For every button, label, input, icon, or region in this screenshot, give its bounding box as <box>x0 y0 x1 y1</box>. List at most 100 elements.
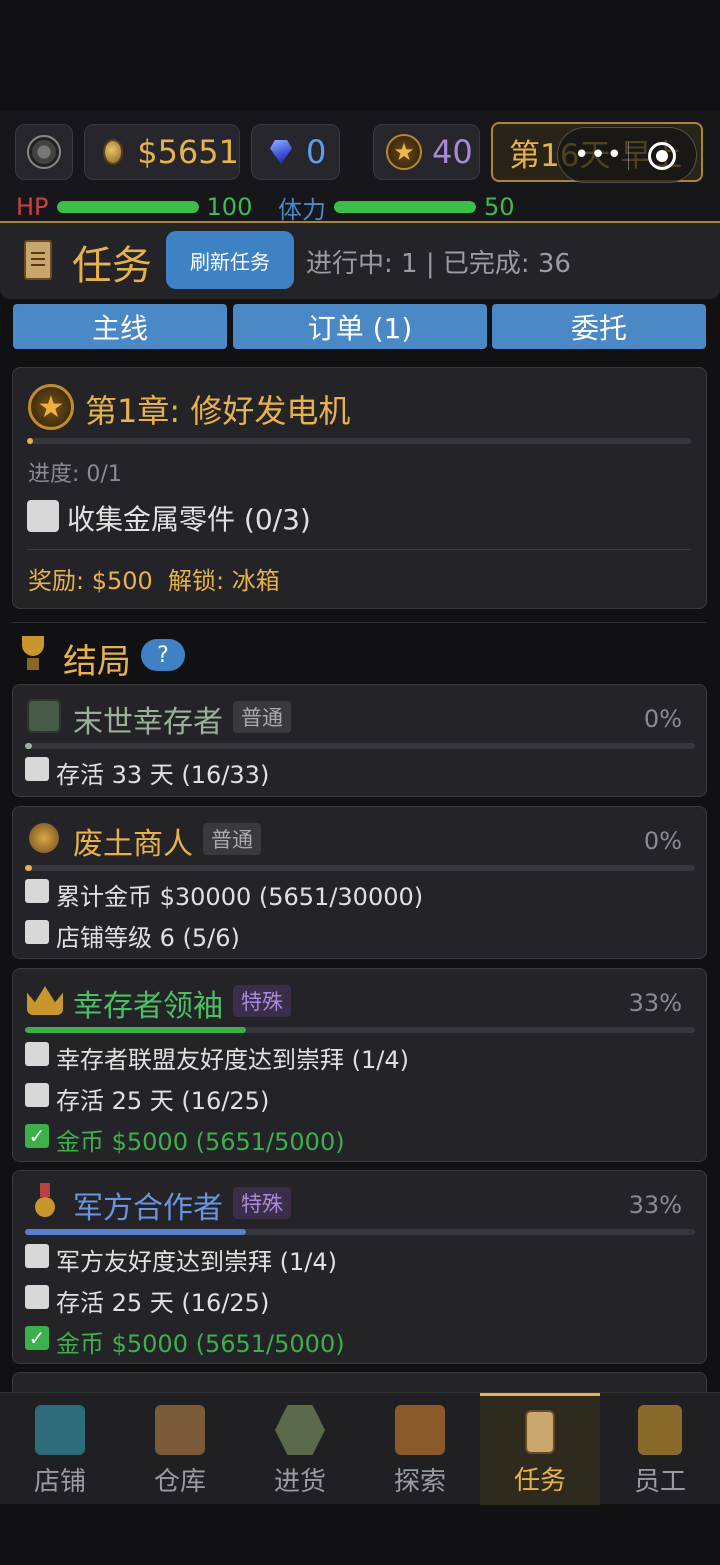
ending-condition: 军方友好度达到崇拜 (1/4) <box>56 1248 337 1276</box>
quest-reward: 奖励: $500 解锁: 冰箱 <box>28 567 280 595</box>
hp-value: 100 <box>206 193 253 221</box>
condition-checkbox <box>25 757 49 781</box>
shop-icon <box>35 1405 85 1455</box>
gem-value: 0 <box>306 133 327 171</box>
map-icon <box>395 1405 445 1455</box>
ending-condition: 金币 $5000 (5651/5000) <box>56 1128 345 1156</box>
check-icon: ✓ <box>25 1326 49 1350</box>
main-quest-card: ★ 第1章: 修好发电机 进度: 0/1 收集金属零件 (0/3) 奖励: $5… <box>12 367 707 609</box>
ending-name: 废土商人 <box>73 827 193 862</box>
task-header: 任务 刷新任务 进行中: 1 | 已完成: 36 <box>0 223 720 299</box>
tab-orders[interactable]: 订单 (1) <box>233 304 487 349</box>
gear-icon <box>27 135 61 169</box>
stamina-track <box>334 201 476 213</box>
crown-icon <box>27 986 63 1015</box>
ending-condition: 存活 33 天 (16/33) <box>56 761 270 789</box>
quest-progress-fill <box>27 438 33 444</box>
nav-shop[interactable]: 店铺 <box>0 1393 120 1505</box>
stamina-label: 体力 <box>278 195 326 224</box>
ending-tag: 特殊 <box>233 1187 291 1219</box>
ending-condition: 幸存者联盟友好度达到崇拜 (1/4) <box>56 1046 409 1074</box>
quest-task: 收集金属零件 (0/3) <box>67 503 311 536</box>
ending-progress-track <box>25 865 695 871</box>
ending-percent: 33% <box>628 1191 682 1219</box>
truck-icon <box>275 1405 325 1455</box>
ending-percent: 0% <box>643 827 682 855</box>
ending-card: 幸存者领袖 特殊 33% 幸存者联盟友好度达到崇拜 (1/4) 存活 25 天 … <box>12 968 707 1162</box>
bottom-nav: 店铺 仓库 进货 探索 任务 员工 <box>0 1392 720 1505</box>
ending-progress-track <box>25 743 695 749</box>
bunker-icon <box>27 699 61 733</box>
ending-condition: 存活 25 天 (16/25) <box>56 1289 270 1317</box>
nav-label: 进货 <box>273 1467 326 1497</box>
team-icon <box>638 1405 682 1455</box>
endings-title: 结局 <box>63 642 131 682</box>
ending-progress-track <box>25 1229 695 1235</box>
close-target-icon[interactable] <box>648 142 676 170</box>
miniprogram-capsule: ••• <box>557 127 697 183</box>
help-button[interactable]: ? <box>141 639 185 671</box>
ending-card: 末世幸存者 普通 0% 存活 33 天 (16/33) <box>12 684 707 797</box>
quest-progress-track <box>27 438 691 444</box>
task-scroll-icon <box>24 240 52 280</box>
ending-name: 幸存者领袖 <box>73 989 223 1024</box>
task-scroll-icon <box>525 1410 555 1454</box>
medal-icon <box>35 1183 55 1219</box>
ending-tag: 普通 <box>203 823 261 855</box>
ending-progress-track <box>25 1027 695 1033</box>
ending-name: 末世幸存者 <box>73 705 223 740</box>
star-medal-icon: ★ <box>28 384 74 430</box>
ending-percent: 33% <box>628 989 682 1017</box>
hp-label: HP <box>16 193 49 221</box>
condition-checkbox <box>25 1285 49 1309</box>
capsule-divider <box>628 142 629 170</box>
page-title: 任务 <box>72 243 152 289</box>
nav-label: 员工 <box>633 1467 686 1497</box>
ending-progress-fill <box>25 1229 247 1235</box>
ending-name: 军方合作者 <box>73 1191 223 1226</box>
nav-tasks[interactable]: 任务 <box>480 1393 600 1505</box>
divider <box>27 549 691 550</box>
nav-purchase[interactable]: 进货 <box>240 1393 360 1505</box>
hp-fill <box>56 201 199 213</box>
quest-title: 第1章: 修好发电机 <box>85 392 351 430</box>
money-value: $5651 <box>137 133 239 171</box>
nav-label: 仓库 <box>153 1467 206 1497</box>
star-icon: ★ <box>386 134 422 170</box>
ending-condition: 累计金币 $30000 (5651/30000) <box>56 883 424 911</box>
gem-icon <box>270 140 292 164</box>
condition-checkbox <box>25 1042 49 1066</box>
task-stats: 进行中: 1 | 已完成: 36 <box>306 249 571 279</box>
condition-checkbox <box>25 1083 49 1107</box>
coin-icon <box>103 139 124 165</box>
ending-progress-fill <box>25 1027 247 1033</box>
star-display: ★ 40 <box>373 124 480 180</box>
hp-track <box>56 201 199 213</box>
ending-card: 废土商人 普通 0% 累计金币 $30000 (5651/30000) 店铺等级… <box>12 806 707 959</box>
nav-label: 探索 <box>393 1467 446 1497</box>
check-icon: ✓ <box>25 1124 49 1148</box>
task-checkbox[interactable] <box>27 500 59 532</box>
condition-checkbox <box>25 1244 49 1268</box>
stamina-fill <box>334 201 476 213</box>
crate-icon <box>155 1405 205 1455</box>
coin-icon <box>29 823 59 853</box>
nav-explore[interactable]: 探索 <box>360 1393 480 1505</box>
ending-progress-fill <box>25 743 32 749</box>
more-icon[interactable]: ••• <box>574 140 622 170</box>
quest-progress-label: 进度: 0/1 <box>28 462 122 487</box>
stamina-value: 50 <box>484 193 515 221</box>
nav-label: 任务 <box>513 1466 566 1496</box>
nav-staff[interactable]: 员工 <box>600 1393 720 1505</box>
refresh-tasks-button[interactable]: 刷新任务 <box>166 231 294 289</box>
nav-label: 店铺 <box>33 1467 86 1497</box>
tab-commissions[interactable]: 委托 <box>492 304 706 349</box>
hp-bar: HP 100 <box>16 192 252 222</box>
nav-warehouse[interactable]: 仓库 <box>120 1393 240 1505</box>
ending-tag: 特殊 <box>233 985 291 1017</box>
ending-condition: 存活 25 天 (16/25) <box>56 1087 270 1115</box>
settings-button[interactable] <box>15 124 73 180</box>
star-value: 40 <box>432 133 473 171</box>
tab-main[interactable]: 主线 <box>13 304 227 349</box>
ending-percent: 0% <box>643 705 682 733</box>
